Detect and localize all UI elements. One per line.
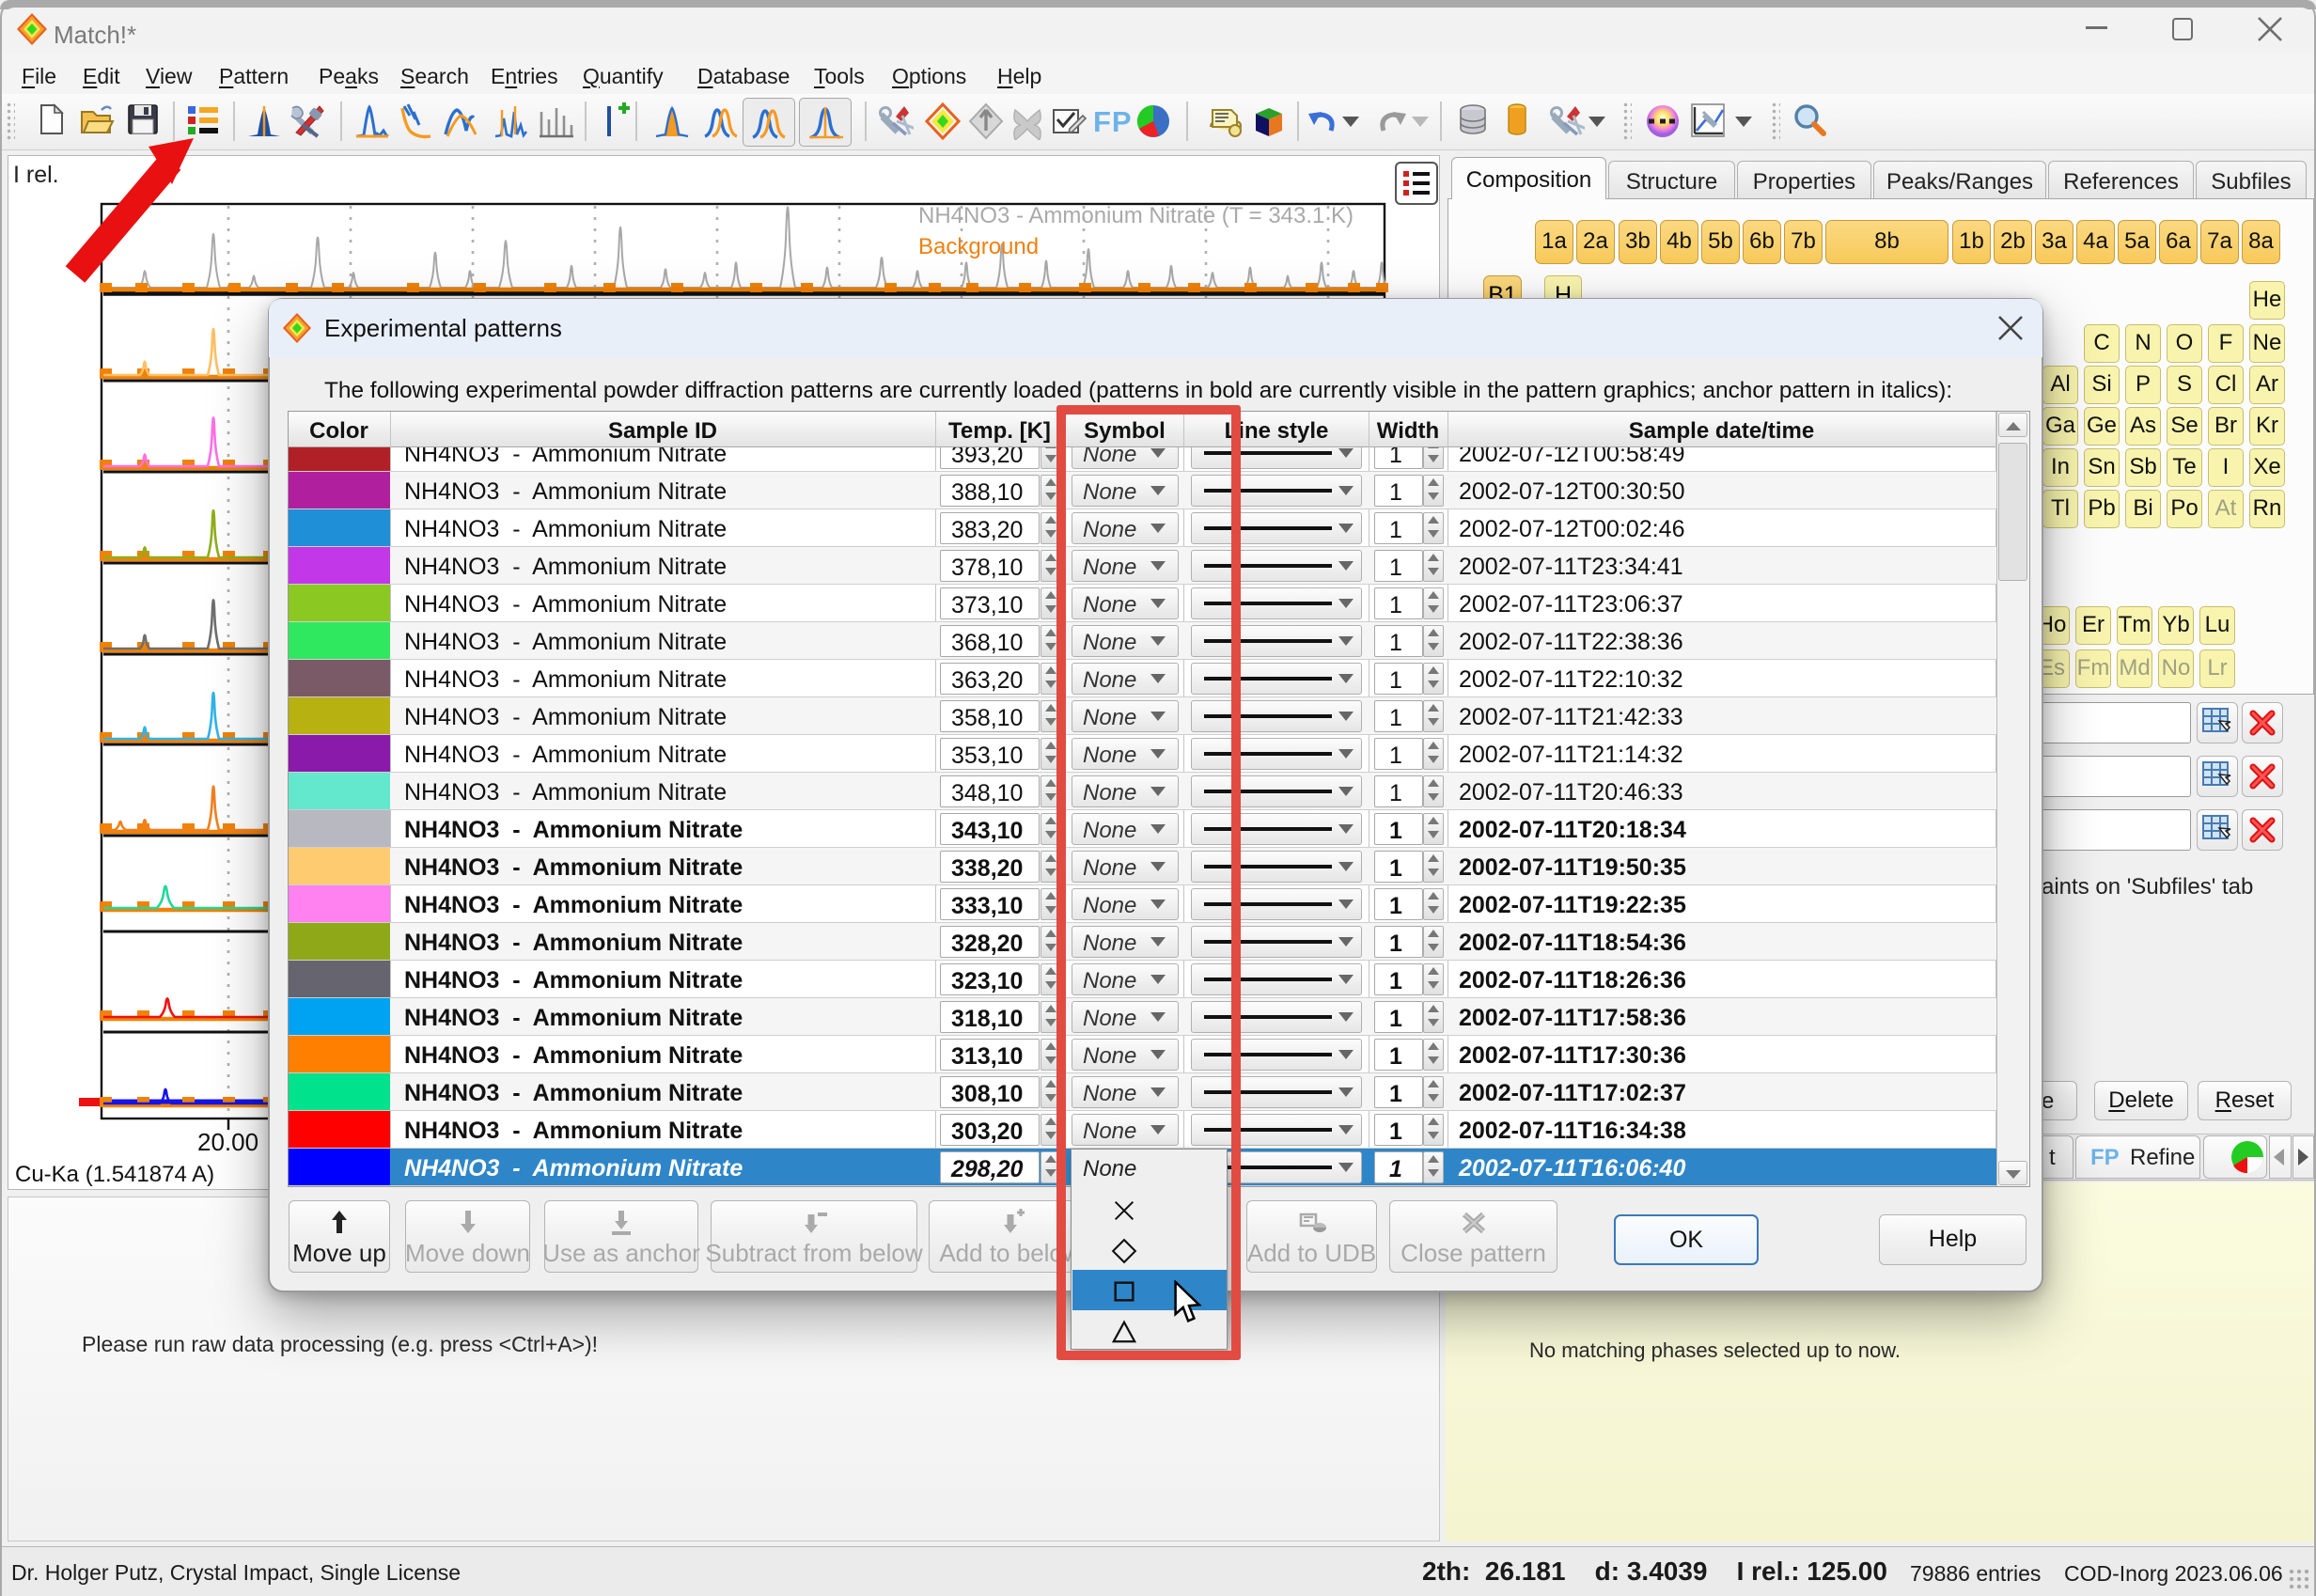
- svg-text:Background: Background: [918, 234, 1039, 259]
- svg-text:NH4NO3 - Ammonium Nitrate (T: NH4NO3 - Ammonium Nitrate (T = 343.1 K): [918, 203, 1354, 228]
